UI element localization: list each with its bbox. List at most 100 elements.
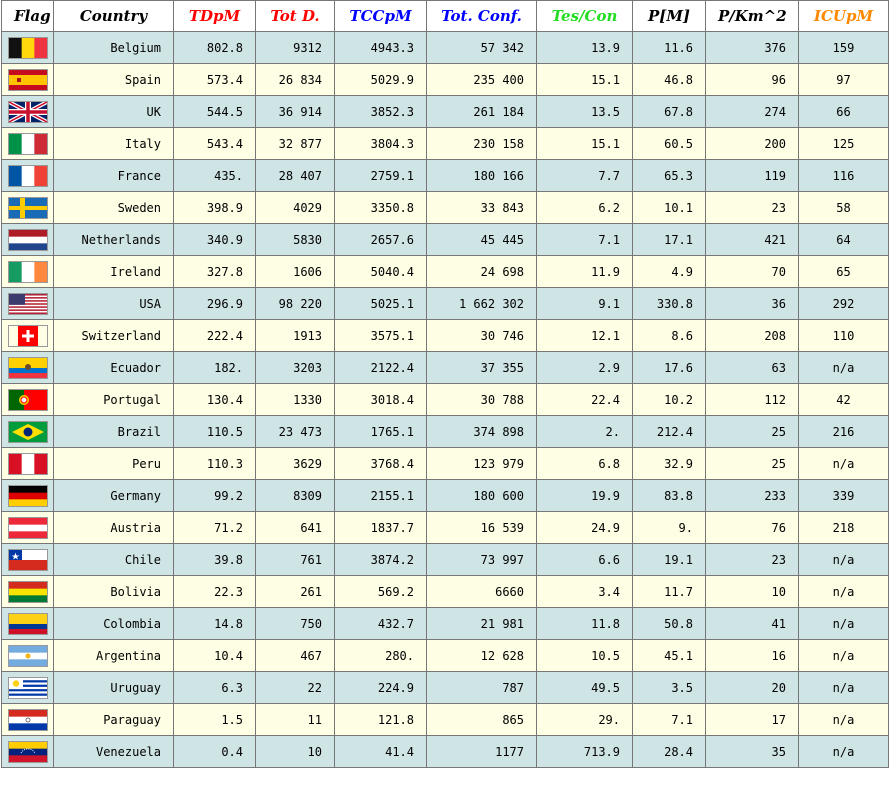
table-row: Ireland 327.8 1606 5040.4 24 698 11.9 4.9 70 65 <box>1 255 889 288</box>
icupm-cell: 116 <box>798 159 889 192</box>
pm-cell: 11.6 <box>632 31 706 64</box>
pkm-cell: 17 <box>705 703 799 736</box>
flag-cell <box>1 191 54 224</box>
bolivia-flag-icon <box>7 580 48 603</box>
country-cell: Argentina <box>53 639 174 672</box>
table-row: Bolivia 22.3 261 569.2 6660 3.4 11.7 10 n/a <box>1 575 889 608</box>
tescon-cell: 13.9 <box>536 31 633 64</box>
chile-flag-icon <box>7 548 48 571</box>
pkm-cell: 208 <box>705 319 799 352</box>
country-cell: Bolivia <box>53 575 174 608</box>
table-row: Brazil 110.5 23 473 1765.1 374 898 2. 212.4 25 2… <box>1 415 889 448</box>
icupm-cell: 216 <box>798 415 889 448</box>
pkm-cell: 25 <box>705 447 799 480</box>
pm-cell: 60.5 <box>632 127 706 160</box>
totd-cell: 3203 <box>255 351 335 384</box>
totconf-cell: 123 979 <box>426 447 537 480</box>
pkm-cell: 233 <box>705 479 799 512</box>
pm-cell: 7.1 <box>632 703 706 736</box>
country-cell: Spain <box>53 63 174 96</box>
pm-cell: 67.8 <box>632 95 706 128</box>
country-cell: Portugal <box>53 383 174 416</box>
totconf-cell: 865 <box>426 703 537 736</box>
country-cell: Netherlands <box>53 223 174 256</box>
pm-cell: 330.8 <box>632 287 706 320</box>
tccpm-cell: 121.8 <box>334 703 427 736</box>
tccpm-cell: 2155.1 <box>334 479 427 512</box>
pm-cell: 32.9 <box>632 447 706 480</box>
totd-cell: 36 914 <box>255 95 335 128</box>
tescon-cell: 15.1 <box>536 63 633 96</box>
totd-cell: 11 <box>255 703 335 736</box>
pm-cell: 9. <box>632 511 706 544</box>
country-cell: Ecuador <box>53 351 174 384</box>
flag-cell <box>1 447 54 480</box>
totd-cell: 4029 <box>255 191 335 224</box>
tccpm-cell: 280. <box>334 639 427 672</box>
tccpm-cell: 5040.4 <box>334 255 427 288</box>
totd-cell: 5830 <box>255 223 335 256</box>
flag-cell <box>1 127 54 160</box>
country-cell: Belgium <box>53 31 174 64</box>
totd-cell: 23 473 <box>255 415 335 448</box>
pkm-cell: 25 <box>705 415 799 448</box>
pm-cell: 10.1 <box>632 191 706 224</box>
tdpm-cell: 6.3 <box>173 671 256 704</box>
flag-cell <box>1 479 54 512</box>
totconf-cell: 180 166 <box>426 159 537 192</box>
pkm-cell: 23 <box>705 543 799 576</box>
portugal-flag-icon <box>7 388 48 411</box>
pm-cell: 17.1 <box>632 223 706 256</box>
country-cell: Germany <box>53 479 174 512</box>
colombia-flag-icon <box>7 612 48 635</box>
icupm-cell: n/a <box>798 607 889 640</box>
pkm-cell: 23 <box>705 191 799 224</box>
totd-cell: 9312 <box>255 31 335 64</box>
totconf-cell: 1 662 302 <box>426 287 537 320</box>
totd-cell: 467 <box>255 639 335 672</box>
tccpm-cell: 5029.9 <box>334 63 427 96</box>
pkm-cell: 36 <box>705 287 799 320</box>
table-row: Chile 39.8 761 3874.2 73 997 6.6 19.1 23 n/a <box>1 543 889 576</box>
icupm-cell: 292 <box>798 287 889 320</box>
tdpm-cell: 14.8 <box>173 607 256 640</box>
flag-cell <box>1 671 54 704</box>
icupm-cell: n/a <box>798 735 889 768</box>
icupm-cell: n/a <box>798 543 889 576</box>
tdpm-cell: 10.4 <box>173 639 256 672</box>
pkm-cell: 76 <box>705 511 799 544</box>
totconf-cell: 73 997 <box>426 543 537 576</box>
flag-cell <box>1 287 54 320</box>
icupm-cell: 66 <box>798 95 889 128</box>
tescon-cell: 24.9 <box>536 511 633 544</box>
flag-cell <box>1 735 54 768</box>
tdpm-cell: 222.4 <box>173 319 256 352</box>
table-row: France 435. 28 407 2759.1 180 166 7.7 65.3 119 1… <box>1 159 889 192</box>
tescon-cell: 12.1 <box>536 319 633 352</box>
totd-cell: 750 <box>255 607 335 640</box>
country-cell: Uruguay <box>53 671 174 704</box>
venezuela-flag-icon <box>7 740 48 763</box>
tccpm-cell: 569.2 <box>334 575 427 608</box>
austria-flag-icon <box>7 516 48 539</box>
icupm-cell: n/a <box>798 575 889 608</box>
totconf-cell: 6660 <box>426 575 537 608</box>
table-row: Switzerland 222.4 1913 3575.1 30 746 12.1 8.6 2… <box>1 319 889 352</box>
belgium-flag-icon <box>7 36 48 59</box>
table-row: Uruguay 6.3 22 224.9 787 49.5 3.5 20 n/a <box>1 671 889 704</box>
tdpm-cell: 22.3 <box>173 575 256 608</box>
pkm-cell: 41 <box>705 607 799 640</box>
tescon-cell: 2.9 <box>536 351 633 384</box>
paraguay-flag-icon <box>7 708 48 731</box>
totconf-cell: 1177 <box>426 735 537 768</box>
tescon-cell: 29. <box>536 703 633 736</box>
covid-stats-table: Flag Country TDpM Tot D. TCCpM Tot. Conf. Tes/… <box>1 0 889 768</box>
germany-flag-icon <box>7 484 48 507</box>
totconf-cell: 180 600 <box>426 479 537 512</box>
tescon-cell: 6.8 <box>536 447 633 480</box>
pkm-cell: 20 <box>705 671 799 704</box>
tescon-cell: 11.8 <box>536 607 633 640</box>
tccpm-cell: 3874.2 <box>334 543 427 576</box>
tdpm-cell: 340.9 <box>173 223 256 256</box>
tccpm-cell: 41.4 <box>334 735 427 768</box>
